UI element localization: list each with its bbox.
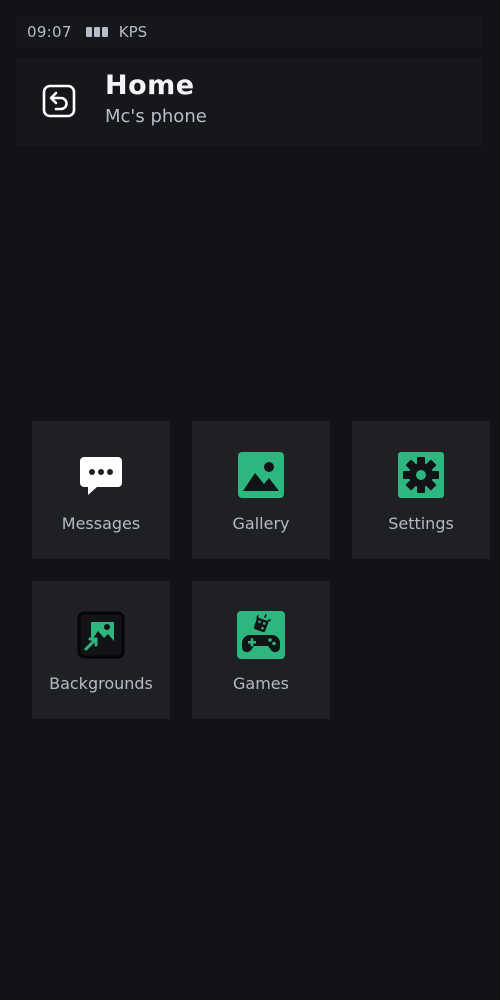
app-tile-messages[interactable]: Messages <box>32 421 170 559</box>
app-label-settings: Settings <box>388 514 454 533</box>
home-screen: 09:07 KPS Home Mc's phone Messages Galle… <box>0 0 500 1000</box>
device-name: Mc's phone <box>105 106 207 127</box>
app-tile-backgrounds[interactable]: Backgrounds <box>32 581 170 719</box>
wallpaper-icon <box>77 611 125 659</box>
app-tile-gallery[interactable]: Gallery <box>192 421 330 559</box>
header: Home Mc's phone <box>16 58 482 146</box>
app-label-backgrounds: Backgrounds <box>49 674 153 693</box>
status-bar: 09:07 KPS <box>16 16 482 48</box>
app-tile-settings[interactable]: Settings <box>352 421 490 559</box>
signal-icon <box>85 27 108 37</box>
gear-icon <box>398 452 444 498</box>
back-arrow-icon <box>42 84 76 118</box>
gamepad-icon <box>237 611 285 659</box>
image-icon <box>238 452 284 498</box>
app-tile-games[interactable]: Games <box>192 581 330 719</box>
back-button[interactable] <box>42 84 76 118</box>
page-title: Home <box>105 70 195 101</box>
chat-bubble-icon <box>80 457 122 495</box>
status-time: 09:07 <box>27 23 72 41</box>
app-label-messages: Messages <box>61 514 141 533</box>
app-label-games: Games <box>233 674 289 693</box>
carrier-name: KPS <box>118 23 148 41</box>
app-label-gallery: Gallery <box>232 514 290 533</box>
